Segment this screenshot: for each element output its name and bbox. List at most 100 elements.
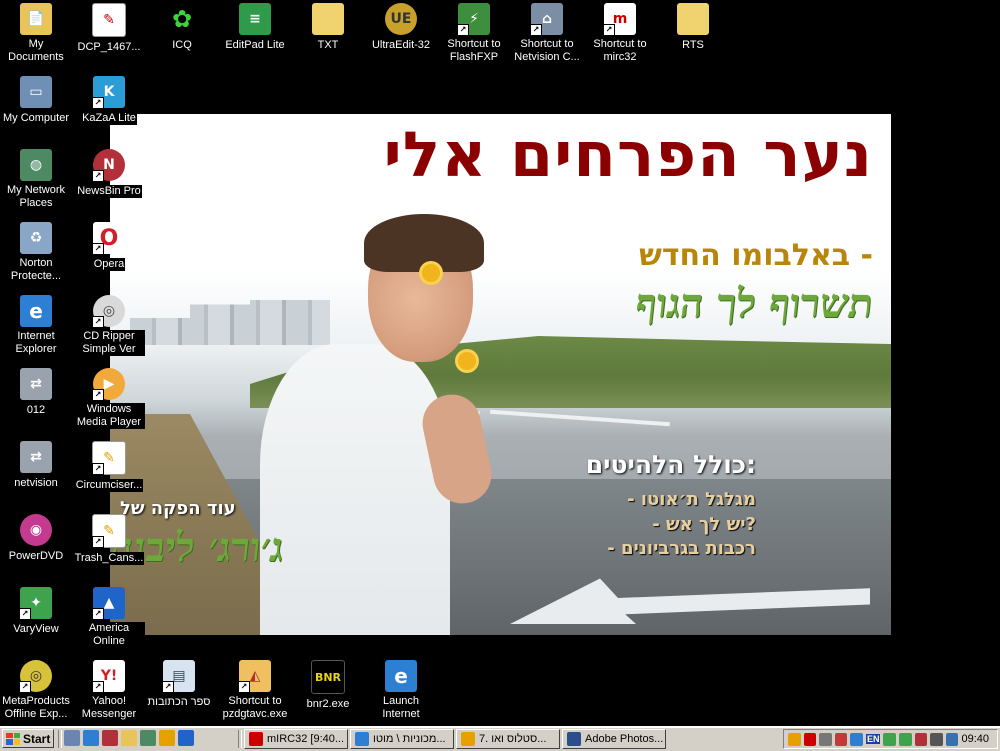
- icon-label: Circumciser...: [74, 479, 144, 492]
- icon-label: NewsBin Pro: [76, 185, 142, 198]
- desktop-icon-editpad-lite[interactable]: ≡ EditPad Lite: [219, 3, 291, 53]
- outlook-icon[interactable]: [178, 730, 194, 746]
- editpad-icon: ≡: [239, 3, 271, 35]
- desktop-icon-windows-media-player[interactable]: ▶ ↗ Windows Media Player: [73, 368, 145, 430]
- icon-label: Windows Media Player: [73, 403, 145, 429]
- task-label: mIRC32 [9:40...: [267, 733, 345, 745]
- desktop-icon-flashfxp[interactable]: ⚡ ↗ Shortcut to FlashFXP: [438, 3, 510, 65]
- icon-label: 012: [25, 404, 47, 417]
- icon-label: PowerDVD: [7, 550, 65, 563]
- kazaa-icon: K ↗: [92, 76, 125, 109]
- clock[interactable]: 09:40: [961, 733, 989, 745]
- desktop-icon-netvision-shortcut[interactable]: ⌂ ↗ Shortcut to Netvision C...: [511, 3, 583, 65]
- wallpaper-title: נער הפרחים אלי: [383, 118, 873, 191]
- task-button-browser[interactable]: מכוניות \ מוטו...: [350, 729, 454, 749]
- desktop-icon-trash-cans[interactable]: ✎ ↗ Trash_Cans...: [73, 514, 145, 566]
- icon-label: Shortcut to pzdgtavc.exe: [219, 695, 291, 721]
- desktop-icon-netvision[interactable]: ⇄ netvision: [0, 441, 72, 491]
- desktop-icon-my-network-places[interactable]: ◍ My Network Places: [0, 149, 72, 211]
- document-icon: ✎ ↗: [92, 441, 126, 475]
- icon-label: KaZaA Lite: [81, 112, 137, 125]
- tray-app-icon[interactable]: [803, 732, 817, 746]
- icon-label: Launch Internet: [365, 695, 437, 721]
- icon-label: Shortcut to FlashFXP: [438, 38, 510, 64]
- icon-label: bnr2.exe: [305, 698, 351, 711]
- desktop-icon[interactable]: [64, 730, 80, 746]
- desktop-icon-varyview[interactable]: ✦ ↗ VaryView: [0, 587, 72, 637]
- flower-icon: [458, 352, 476, 370]
- wallpaper-track: - יש לך אש?: [652, 514, 756, 535]
- metaproducts-icon: ◎ ↗: [19, 660, 52, 693]
- desktop-icon-newsbin-pro[interactable]: N ↗ NewsBin Pro: [73, 149, 145, 199]
- desktop-icon-norton-recycle[interactable]: ♻ Norton Protecte...: [0, 222, 72, 284]
- tray-app-icon[interactable]: [930, 732, 943, 746]
- icon-label: Shortcut to mirc32: [584, 38, 656, 64]
- internet-explorer-icon[interactable]: [83, 730, 99, 746]
- desktop-icon-yahoo-messenger[interactable]: Y! ↗ Yahoo! Messenger: [73, 660, 145, 722]
- taskbar: Start mIRC32 [9:40... מכוניות \ מוטו... …: [0, 726, 1000, 751]
- tray-app-icon[interactable]: [914, 732, 928, 746]
- icon-label: UltraEdit-32: [370, 39, 432, 52]
- tray-app-icon[interactable]: [850, 732, 863, 746]
- desktop-icon-address-book[interactable]: ▤ ↗ ספר הכתובות: [143, 660, 215, 710]
- folder-icon[interactable]: [121, 730, 137, 746]
- start-button[interactable]: Start: [2, 729, 54, 748]
- winamp-icon[interactable]: [159, 730, 175, 746]
- desktop-icon-my-documents[interactable]: 📄 My Documents: [0, 3, 72, 65]
- desktop-icon-012[interactable]: ⇄ 012: [0, 368, 72, 418]
- task-button-mirc[interactable]: mIRC32 [9:40...: [244, 729, 348, 749]
- opera-icon: O ↗: [92, 222, 125, 255]
- desktop-icon-opera[interactable]: O ↗ Opera: [73, 222, 145, 272]
- photoshop-icon: [567, 732, 581, 746]
- desktop-icon-circumciser[interactable]: ✎ ↗ Circumciser...: [73, 441, 145, 493]
- pizza-icon: ◭ ↗: [238, 660, 271, 693]
- desktop-icon-launch-internet[interactable]: e Launch Internet: [365, 660, 437, 722]
- desktop-icon-pzdgtavc[interactable]: ◭ ↗ Shortcut to pzdgtavc.exe: [219, 660, 291, 722]
- tray-app-icon[interactable]: [788, 732, 801, 746]
- tray-app-icon[interactable]: [945, 732, 959, 746]
- icon-label: CD Ripper Simple Ver: [73, 330, 145, 356]
- tray-app-icon[interactable]: [883, 732, 897, 746]
- desktop-icon-powerdvd[interactable]: ◉ PowerDVD: [0, 514, 72, 564]
- icon-label: EditPad Lite: [224, 39, 286, 52]
- quick-launch-bar: [64, 730, 194, 748]
- icon-label: MetaProducts Offline Exp...: [0, 695, 72, 721]
- desktop-icon-bnr2[interactable]: BNR bnr2.exe: [292, 660, 364, 712]
- wallpaper-image: נער הפרחים אלי באלבומו החדש - תשרוף לך ה…: [110, 114, 891, 635]
- media-icon[interactable]: [102, 730, 118, 746]
- task-label: Adobe Photos...: [585, 733, 664, 745]
- desktop-icon-america-online[interactable]: ▲ ↗ America Online: [73, 587, 145, 649]
- flower-icon: [422, 264, 440, 282]
- icon-label: America Online: [73, 622, 145, 648]
- desktop-icon-mirc[interactable]: m ↗ Shortcut to mirc32: [584, 3, 656, 65]
- varyview-icon: ✦ ↗: [19, 587, 52, 620]
- wallpaper-track: - רכבות בגרביונים: [607, 538, 756, 559]
- icon-label: ספר הכתובות: [146, 696, 212, 709]
- desktop-icon-icq[interactable]: ✿ ICQ: [146, 3, 218, 53]
- icon-label: DCP_1467...: [76, 41, 142, 54]
- icon-label: My Network Places: [0, 184, 72, 210]
- wallpaper-track: - מגלגל ת׳אוטו: [627, 489, 756, 510]
- desktop-icon-txt-folder[interactable]: TXT: [292, 3, 364, 53]
- windows-logo-icon: [6, 732, 20, 745]
- language-indicator[interactable]: EN: [865, 734, 881, 744]
- task-button-photoshop[interactable]: Adobe Photos...: [562, 729, 666, 749]
- internet-explorer-icon: e: [385, 660, 417, 692]
- task-button-winamp[interactable]: 7. סטלוס ואו...: [456, 729, 560, 749]
- tray-app-icon[interactable]: [834, 732, 848, 746]
- tray-app-icon[interactable]: [899, 732, 912, 746]
- wallpaper-album-name: תשרוף לך הגוף: [633, 280, 876, 327]
- desktop-icon-internet-explorer[interactable]: e Internet Explorer: [0, 295, 72, 357]
- network-icon[interactable]: [140, 730, 156, 746]
- desktop-icon-cd-ripper[interactable]: ◎ ↗ CD Ripper Simple Ver: [73, 295, 145, 357]
- address-book-icon: ▤ ↗: [162, 660, 195, 693]
- desktop-icon-ultraedit[interactable]: UE UltraEdit-32: [365, 3, 437, 53]
- tray-network-icon[interactable]: [819, 732, 832, 746]
- desktop-icon-metaproducts[interactable]: ◎ ↗ MetaProducts Offline Exp...: [0, 660, 72, 722]
- desktop-icon-rts-folder[interactable]: RTS: [657, 3, 729, 53]
- desktop-icon-kazaa-lite[interactable]: K ↗ KaZaA Lite: [73, 76, 145, 126]
- taskbar-separator: [58, 730, 62, 748]
- desktop-icon-my-computer[interactable]: ▭ My Computer: [0, 76, 72, 126]
- desktop-icon-dcp-image[interactable]: ✎ DCP_1467...: [73, 3, 145, 55]
- internet-explorer-icon: [355, 732, 369, 746]
